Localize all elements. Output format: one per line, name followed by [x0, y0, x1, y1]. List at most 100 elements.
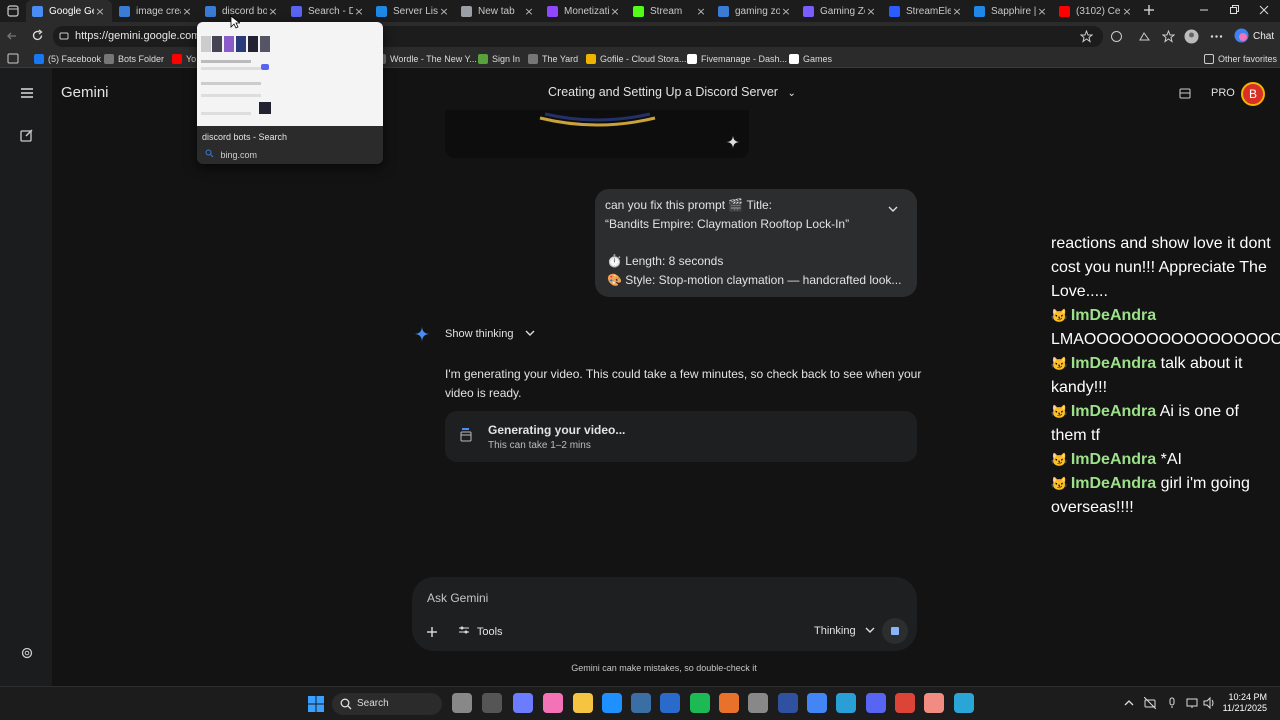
more-options-icon[interactable]: [1210, 30, 1223, 43]
site-info-icon[interactable]: [59, 31, 69, 41]
chat-username: ImDeAndra: [1070, 475, 1157, 492]
tools-sliders-icon: [458, 625, 470, 638]
browser-tab[interactable]: Server Listin×: [370, 0, 456, 22]
streamelements-icon: [803, 5, 814, 17]
app-icon[interactable]: [719, 693, 739, 713]
cat-emoji-icon: 😼: [1051, 308, 1071, 323]
bookmark-item[interactable]: The Yard: [528, 51, 578, 67]
close-tab-icon[interactable]: ×: [780, 5, 792, 18]
close-tab-icon[interactable]: ×: [267, 5, 279, 18]
bookmark-item[interactable]: Bots Folder: [104, 51, 164, 67]
show-thinking-toggle[interactable]: Show thinking: [445, 328, 535, 340]
task-view-icon[interactable]: [482, 693, 502, 713]
restore-icon[interactable]: [1229, 4, 1239, 16]
close-window-icon[interactable]: [1259, 4, 1269, 16]
mode-picker[interactable]: Thinking: [814, 625, 875, 637]
browser-tab[interactable]: Sapphire | D×: [968, 0, 1054, 22]
extensions-icon[interactable]: [1110, 30, 1123, 43]
app-icon[interactable]: [778, 693, 798, 713]
bookmark-item[interactable]: (5) Facebook: [34, 51, 101, 67]
bookmark-item[interactable]: Yo: [172, 51, 196, 67]
close-tab-icon[interactable]: ×: [94, 5, 106, 18]
browser-essentials-icon[interactable]: [1138, 30, 1151, 43]
browser-tab[interactable]: StreamElem×: [883, 0, 969, 22]
copilot-app-icon[interactable]: [513, 693, 533, 713]
main-menu-icon[interactable]: [20, 87, 34, 99]
refresh-icon[interactable]: [31, 29, 44, 42]
browser-tab[interactable]: Monetizatio×: [541, 0, 627, 22]
widgets-icon[interactable]: [452, 693, 472, 713]
store-icon[interactable]: [631, 693, 651, 713]
share-icon[interactable]: [1178, 86, 1192, 100]
app-icon[interactable]: [836, 693, 856, 713]
close-tab-icon[interactable]: ×: [1036, 5, 1048, 18]
volume-icon[interactable]: [1203, 697, 1215, 709]
spotify-icon[interactable]: [690, 693, 710, 713]
tools-button[interactable]: Tools: [458, 625, 503, 638]
browser-tab[interactable]: Gaming Zon×: [797, 0, 883, 22]
browser-tab[interactable]: (3102) Centr×: [1053, 0, 1139, 22]
gemini-brand[interactable]: Gemini: [61, 84, 109, 101]
notepad-icon[interactable]: [954, 693, 974, 713]
chat-message-line: 😼 ImDeAndra talk about it: [1051, 355, 1242, 373]
close-tab-icon[interactable]: ×: [438, 5, 450, 18]
system-clock[interactable]: 10:24 PM 11/21/2025: [1221, 692, 1267, 714]
chrome-icon[interactable]: [807, 693, 827, 713]
edge-icon[interactable]: [602, 693, 622, 713]
close-tab-icon[interactable]: ×: [353, 5, 365, 18]
close-tab-icon[interactable]: ×: [865, 5, 877, 18]
microphone-icon[interactable]: [1167, 697, 1177, 709]
search-icon: [119, 5, 130, 17]
profile-icon[interactable]: [1184, 29, 1199, 44]
close-tab-icon[interactable]: ×: [1121, 5, 1133, 18]
new-chat-icon[interactable]: [20, 128, 34, 142]
minimize-icon[interactable]: [1199, 4, 1209, 16]
settings-gear-icon[interactable]: [20, 646, 34, 660]
avatar[interactable]: B: [1241, 82, 1265, 106]
bookmark-item[interactable]: Wordle - The New Y...: [376, 51, 477, 67]
ai-assistant-icon[interactable]: [543, 693, 563, 713]
browser-tab[interactable]: Google Gem×: [26, 0, 112, 22]
collections-icon[interactable]: [1162, 30, 1175, 43]
close-tab-icon[interactable]: ×: [695, 5, 707, 18]
new-tab-plus-icon[interactable]: [1143, 4, 1155, 16]
settings-icon[interactable]: [748, 693, 768, 713]
app-icon[interactable]: [924, 693, 944, 713]
ask-gemini-input[interactable]: Ask Gemini: [427, 591, 488, 605]
browser-tab[interactable]: image creat×: [113, 0, 199, 22]
sidebar-toggle-icon[interactable]: [7, 53, 19, 64]
display-icon[interactable]: [1186, 697, 1198, 709]
close-tab-icon[interactable]: ×: [523, 5, 535, 18]
back-arrow-icon[interactable]: [6, 30, 18, 42]
network-icon[interactable]: [1144, 697, 1156, 709]
file-explorer-icon[interactable]: [573, 693, 593, 713]
browser-tab[interactable]: Stream ×: [627, 0, 713, 22]
discord-icon[interactable]: [866, 693, 886, 713]
browser-tab[interactable]: New tab ×: [455, 0, 541, 22]
chat-label[interactable]: Chat: [1253, 31, 1274, 42]
stop-generation-button[interactable]: [882, 618, 908, 644]
conversation-title[interactable]: Creating and Setting Up a Discord Server…: [548, 85, 796, 99]
favorite-star-icon[interactable]: [1080, 30, 1093, 43]
other-favorites[interactable]: Other favorites: [1204, 51, 1277, 67]
generated-image-thumbnail[interactable]: [445, 110, 749, 158]
bookmark-item[interactable]: Games: [789, 51, 832, 67]
browser-tab[interactable]: Search - Dis×: [285, 0, 371, 22]
bookmark-item[interactable]: Fivemanage - Dash...: [687, 51, 787, 67]
browser-tab[interactable]: gaming zon×: [712, 0, 798, 22]
add-plus-icon[interactable]: [426, 626, 438, 638]
chrome-icon[interactable]: [895, 693, 915, 713]
copilot-icon[interactable]: [1234, 28, 1249, 43]
close-tab-icon[interactable]: ×: [951, 5, 963, 18]
browser-tab[interactable]: discord bots×: [199, 0, 285, 22]
show-hidden-icons-chevron-icon[interactable]: [1124, 698, 1134, 708]
windows-start-icon[interactable]: [307, 695, 325, 713]
taskbar-search-box[interactable]: Search: [332, 693, 442, 715]
bookmark-item[interactable]: Sign In: [478, 51, 520, 67]
close-tab-icon[interactable]: ×: [609, 5, 621, 18]
expand-chevron-icon[interactable]: [887, 204, 899, 214]
tab-actions-icon[interactable]: [7, 5, 19, 17]
bookmark-item[interactable]: Gofile - Cloud Stora...: [586, 51, 687, 67]
close-tab-icon[interactable]: ×: [181, 5, 193, 18]
app-icon[interactable]: [660, 693, 680, 713]
